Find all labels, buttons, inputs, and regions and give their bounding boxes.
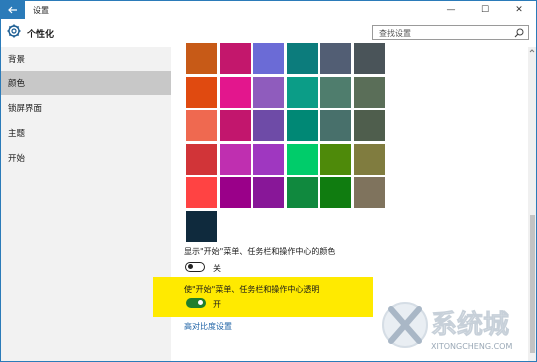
maximize-button[interactable]: ☐ — [468, 1, 502, 19]
arrow-left-icon — [8, 6, 17, 14]
color-swatch[interactable] — [186, 76, 217, 108]
show-color-toggle[interactable] — [185, 262, 205, 272]
page-title: 个性化 — [27, 30, 55, 40]
settings-window: 设置 — ☐ ✕ 个性化 查找设置 背景 颜色 锁屏界面 主题 开始 显示"开始… — [0, 0, 537, 362]
site-logo-watermark: 系统城 XITONGCHENG.COM — [382, 302, 512, 351]
color-swatch[interactable] — [320, 110, 351, 141]
color-swatch[interactable] — [253, 143, 284, 175]
window-controls: — ☐ ✕ — [434, 1, 536, 19]
search-placeholder: 查找设置 — [379, 29, 411, 38]
scroll-up-icon[interactable] — [528, 47, 536, 55]
transparency-label: 使"开始"菜单、任务栏和操作中心透明 — [184, 285, 320, 294]
color-swatch[interactable] — [353, 76, 385, 108]
color-swatch[interactable] — [353, 110, 385, 141]
title-bar: 设置 — ☐ ✕ — [1, 1, 536, 19]
search-input[interactable]: 查找设置 — [372, 25, 529, 40]
window-title: 设置 — [33, 5, 49, 15]
show-color-state: 关 — [213, 264, 221, 273]
color-swatch[interactable] — [186, 43, 217, 74]
toggle-knob — [198, 300, 203, 305]
color-swatch[interactable] — [219, 177, 251, 208]
color-swatch[interactable] — [253, 76, 284, 108]
show-color-label: 显示"开始"菜单、任务栏和操作中心的颜色 — [184, 247, 336, 256]
color-swatch[interactable] — [353, 43, 385, 74]
color-swatch[interactable] — [219, 43, 251, 74]
gear-icon — [7, 24, 21, 38]
sidebar-item-label: 主题 — [8, 129, 26, 139]
color-swatch[interactable] — [286, 143, 318, 175]
sidebar-item-start[interactable]: 开始 — [1, 146, 171, 170]
color-swatch[interactable] — [219, 76, 251, 108]
back-button[interactable] — [1, 1, 25, 19]
color-swatch[interactable] — [253, 43, 284, 74]
color-swatch[interactable] — [186, 143, 217, 175]
sidebar-item-label: 颜色 — [8, 79, 26, 89]
color-swatch[interactable] — [286, 110, 318, 141]
color-swatch[interactable] — [286, 177, 318, 208]
sidebar-item-label: 锁屏界面 — [8, 104, 43, 114]
color-swatch[interactable] — [219, 143, 251, 175]
sidebar-item-lock-screen[interactable]: 锁屏界面 — [1, 96, 171, 120]
search-icon[interactable] — [514, 28, 524, 38]
close-button[interactable]: ✕ — [502, 1, 536, 19]
high-contrast-link[interactable]: 高对比度设置 — [184, 321, 232, 332]
color-swatch[interactable] — [320, 43, 351, 74]
color-swatch[interactable] — [186, 177, 217, 208]
color-swatch[interactable] — [320, 76, 351, 108]
minimize-button[interactable]: — — [434, 1, 468, 19]
toggle-knob — [188, 264, 193, 269]
color-swatch[interactable] — [353, 177, 385, 208]
color-swatch[interactable] — [286, 76, 318, 108]
sidebar-item-themes[interactable]: 主题 — [1, 121, 171, 145]
transparency-state: 开 — [213, 300, 221, 309]
sidebar: 背景 颜色 锁屏界面 主题 开始 — [1, 47, 171, 361]
sidebar-item-colors[interactable]: 颜色 — [1, 71, 171, 95]
sidebar-item-label: 背景 — [8, 55, 26, 65]
color-swatch[interactable] — [186, 110, 217, 141]
transparency-highlight: 使"开始"菜单、任务栏和操作中心透明 开 — [153, 277, 373, 317]
color-swatch[interactable] — [253, 177, 284, 208]
color-swatch[interactable] — [286, 43, 318, 74]
sidebar-item-label: 开始 — [8, 154, 26, 164]
color-swatch[interactable] — [219, 110, 251, 141]
sidebar-item-background[interactable]: 背景 — [1, 47, 171, 71]
color-swatch[interactable] — [320, 177, 351, 208]
svg-text:XITONGCHENG.COM: XITONGCHENG.COM — [431, 342, 512, 351]
color-swatch[interactable] — [253, 110, 284, 141]
transparency-toggle[interactable] — [186, 298, 206, 308]
color-swatch[interactable] — [186, 210, 217, 242]
color-swatch[interactable] — [320, 143, 351, 175]
color-swatch[interactable] — [353, 143, 385, 175]
svg-text:系统城: 系统城 — [431, 309, 509, 340]
